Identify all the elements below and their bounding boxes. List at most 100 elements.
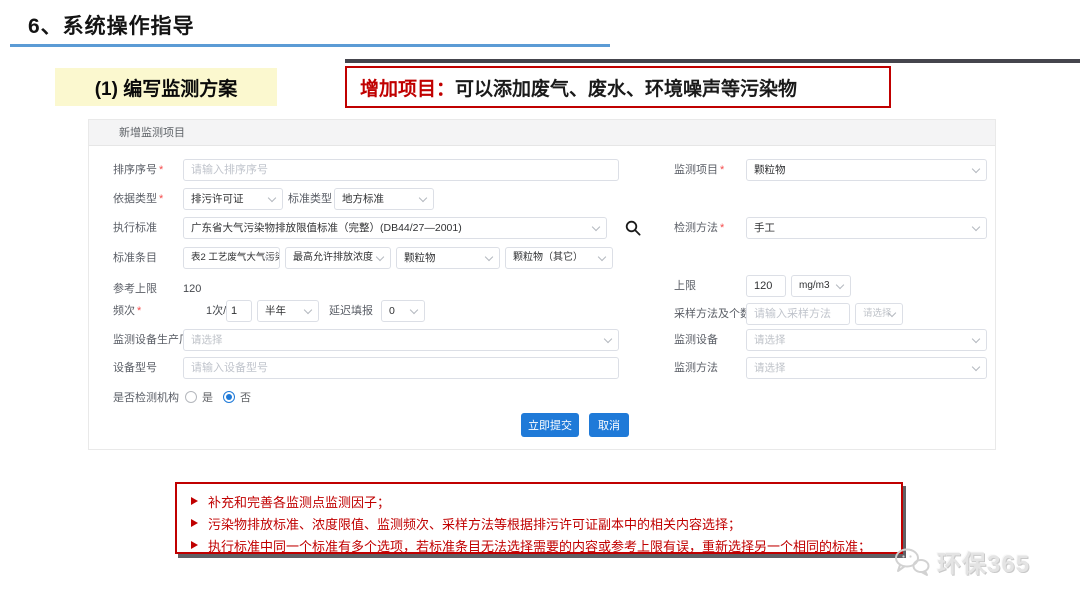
section-label: (1) 编写监测方案 bbox=[55, 68, 277, 106]
radio-no-label: 否 bbox=[240, 387, 251, 409]
select-value: 排污许可证 bbox=[191, 189, 244, 209]
chevron-down-icon bbox=[972, 363, 980, 371]
callout-highlight: 增加项目： bbox=[360, 74, 455, 101]
monitor-item-select[interactable]: 颗粒物 bbox=[746, 159, 987, 181]
standard-entry-label: 标准条目 bbox=[113, 247, 157, 269]
monitor-method-select[interactable]: 请选择 bbox=[746, 357, 987, 379]
select-value: 地方标准 bbox=[342, 189, 384, 209]
label-text: 参考上限 bbox=[113, 283, 157, 295]
standard-type-select[interactable]: 地方标准 bbox=[334, 188, 434, 210]
chevron-down-icon bbox=[604, 335, 612, 343]
label-text: 标准类型 bbox=[288, 193, 332, 205]
chevron-down-icon bbox=[836, 281, 844, 289]
select-value: 颗粒物 bbox=[754, 160, 786, 180]
callout-text: 可以添加废气、废水、环境噪声等污染物 bbox=[455, 74, 797, 101]
select-value: 广东省大气污染物排放限值标准（完整）(DB44/27—2001) bbox=[191, 218, 462, 238]
page-title: 6、系统操作指导 bbox=[28, 10, 195, 40]
delay-report-select[interactable]: 0 bbox=[381, 300, 425, 322]
chevron-down-icon bbox=[972, 165, 980, 173]
standard-entry-select-4[interactable]: 颗粒物（其它） bbox=[505, 247, 613, 269]
basis-type-label: 依据类型* bbox=[113, 188, 163, 210]
required-marker: * bbox=[720, 164, 724, 176]
required-marker: * bbox=[720, 222, 724, 234]
form-panel: 新增监测项目 排序序号* 监测项目* 颗粒物 依据类型* 排污许可证 标准类型 … bbox=[88, 119, 996, 450]
sort-number-label: 排序序号* bbox=[113, 159, 163, 181]
delay-report-label: 延迟填报 bbox=[329, 300, 373, 322]
submit-button[interactable]: 立即提交 bbox=[521, 413, 579, 437]
sampling-count-select[interactable]: 请选择 bbox=[855, 303, 903, 325]
label-text: 监测方法 bbox=[674, 362, 718, 374]
search-icon[interactable] bbox=[625, 220, 641, 236]
exec-standard-select[interactable]: 广东省大气污染物排放限值标准（完整）(DB44/27—2001) bbox=[183, 217, 607, 239]
radio-yes[interactable] bbox=[185, 391, 197, 403]
sampling-label: 采样方法及个数 bbox=[674, 303, 751, 325]
exec-standard-label: 执行标准 bbox=[113, 217, 157, 239]
upper-limit-label: 上限 bbox=[674, 275, 696, 297]
arrow-bullet-icon bbox=[191, 541, 198, 549]
monitor-device-select[interactable]: 请选择 bbox=[746, 329, 987, 351]
cancel-button[interactable]: 取消 bbox=[589, 413, 629, 437]
chevron-down-icon bbox=[419, 194, 427, 202]
chevron-down-icon bbox=[376, 253, 384, 261]
label-text: 执行标准 bbox=[113, 222, 157, 234]
note-item: 执行标准中同一个标准有多个选项，若标准条目无法选择需要的内容或参考上限有误，重新… bbox=[191, 534, 901, 556]
label-text: 标准条目 bbox=[113, 252, 157, 264]
label-text: 监测设备 bbox=[674, 334, 718, 346]
label-text: 依据类型 bbox=[113, 193, 157, 205]
radio-yes-label: 是 bbox=[202, 387, 213, 409]
wechat-logo-icon bbox=[893, 547, 931, 577]
section-label-text: (1) 编写监测方案 bbox=[95, 74, 238, 101]
arrow-bullet-icon bbox=[191, 519, 198, 527]
watermark: 环保365 bbox=[893, 544, 1030, 579]
form-title: 新增监测项目 bbox=[119, 120, 185, 146]
title-underline bbox=[10, 44, 610, 47]
chevron-down-icon bbox=[268, 194, 276, 202]
standard-entry-select-1[interactable]: 表2 工艺废气大气污染物排 bbox=[183, 247, 280, 269]
chevron-down-icon bbox=[485, 253, 493, 261]
select-value: 0 bbox=[389, 301, 395, 321]
sort-number-input[interactable] bbox=[183, 159, 619, 181]
note-item: 污染物排放标准、浓度限值、监测频次、采样方法等根据排污许可证副本中的相关内容选择… bbox=[191, 512, 901, 534]
standard-entry-select-2[interactable]: 最高允许排放浓度 bbox=[285, 247, 391, 269]
detect-method-select[interactable]: 手工 bbox=[746, 217, 987, 239]
manufacturer-select[interactable]: 请选择 bbox=[183, 329, 619, 351]
callout-box: 增加项目： 可以添加废气、废水、环境噪声等污染物 bbox=[345, 66, 891, 108]
label-text: 上限 bbox=[674, 280, 696, 292]
sampling-method-input[interactable] bbox=[746, 303, 850, 325]
ref-limit-label: 参考上限 bbox=[113, 278, 157, 300]
label-text: 是否检测机构 bbox=[113, 392, 179, 404]
required-marker: * bbox=[159, 164, 163, 176]
select-value: 颗粒物（其它） bbox=[513, 248, 583, 268]
select-value: 半年 bbox=[265, 301, 286, 321]
select-value: mg/m3 bbox=[799, 276, 830, 296]
frequency-prefix: 1次/ bbox=[206, 300, 226, 322]
select-placeholder: 请选择 bbox=[754, 330, 786, 350]
select-value: 手工 bbox=[754, 218, 775, 238]
upper-limit-unit-select[interactable]: mg/m3 bbox=[791, 275, 851, 297]
device-model-label: 设备型号 bbox=[113, 357, 157, 379]
radio-no[interactable] bbox=[223, 391, 235, 403]
monitor-device-label: 监测设备 bbox=[674, 329, 718, 351]
frequency-count-input[interactable] bbox=[226, 300, 252, 322]
chevron-down-icon bbox=[410, 306, 418, 314]
chevron-down-icon bbox=[592, 223, 600, 231]
chevron-down-icon bbox=[972, 223, 980, 231]
note-text: 污染物排放标准、浓度限值、监测频次、采样方法等根据排污许可证副本中的相关内容选择… bbox=[208, 514, 741, 533]
label-text: 频次 bbox=[113, 305, 135, 317]
frequency-unit-select[interactable]: 半年 bbox=[257, 300, 319, 322]
watermark-text: 环保365 bbox=[937, 544, 1030, 579]
upper-limit-input[interactable] bbox=[746, 275, 786, 297]
frequency-label: 频次* bbox=[113, 300, 141, 322]
standard-entry-select-3[interactable]: 颗粒物 bbox=[396, 247, 500, 269]
basis-type-select[interactable]: 排污许可证 bbox=[183, 188, 283, 210]
detect-method-label: 检测方法* bbox=[674, 217, 724, 239]
monitor-method-label: 监测方法 bbox=[674, 357, 718, 379]
label-text: 是 bbox=[202, 392, 213, 404]
chevron-down-icon bbox=[972, 335, 980, 343]
note-item: 补充和完善各监测点监测因子； bbox=[191, 490, 901, 512]
device-model-input[interactable] bbox=[183, 357, 619, 379]
select-placeholder: 请选择 bbox=[754, 358, 786, 378]
label-text: 延迟填报 bbox=[329, 305, 373, 317]
label-text: 检测方法 bbox=[674, 222, 718, 234]
standard-type-label: 标准类型 bbox=[288, 188, 332, 210]
